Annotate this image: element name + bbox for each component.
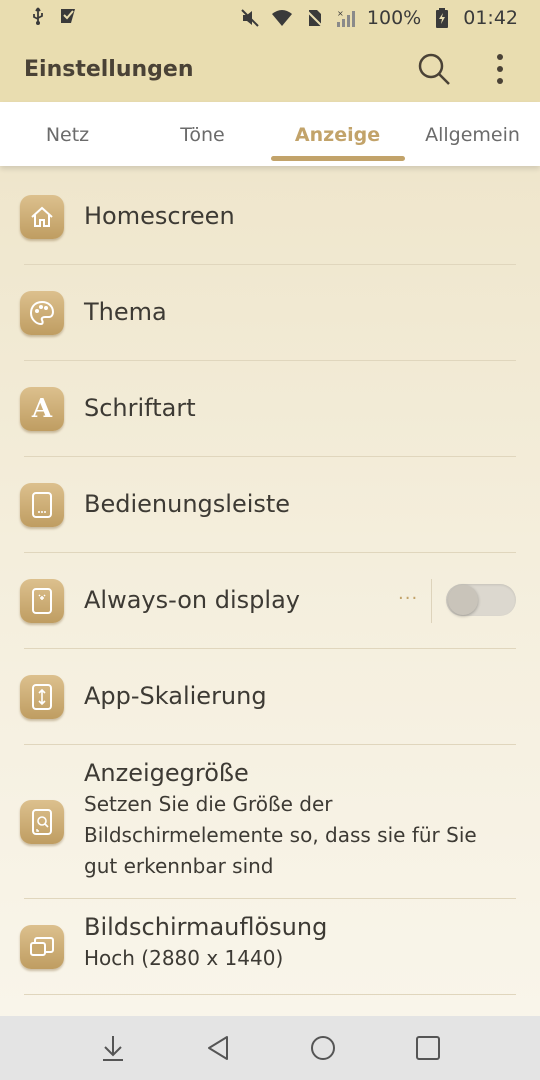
battery-text: 100% [366,7,422,29]
navigation-bar [0,1016,540,1080]
tab-netz[interactable]: Netz [0,102,135,166]
home-circle-icon[interactable] [299,1024,347,1072]
setting-schriftart[interactable]: A Schriftart [0,361,540,457]
app-scaling-icon [20,675,64,719]
separator [431,579,432,623]
battery-charging-icon [431,7,453,29]
setting-anzeigegroesse[interactable]: Anzeigegröße Setzen Sie die Größe der Bi… [0,745,540,899]
resolution-icon [20,925,64,969]
signal-icon: × [335,7,357,29]
setting-title: Always-on display [84,586,300,614]
tab-toene[interactable]: Töne [135,102,270,166]
wifi-icon [271,7,293,29]
setting-title: Bedienungsleiste [84,490,291,518]
setting-app-skalierung[interactable]: App-Skalierung [0,649,540,745]
tab-allgemein[interactable]: Allgemein [405,102,540,166]
setting-subtitle: Setzen Sie die Größe der Bildschirmeleme… [84,792,477,878]
setting-homescreen[interactable]: Homescreen [0,169,540,265]
back-icon[interactable] [194,1024,242,1072]
aod-icon [20,579,64,623]
setting-thema[interactable]: Thema [0,265,540,361]
setting-title: Homescreen [84,202,235,230]
setting-always-on-display[interactable]: Always-on display ··· [0,553,540,649]
usb-icon [28,6,48,31]
tab-bar: Netz Töne Anzeige Allgemein [0,102,540,166]
always-on-toggle[interactable] [446,584,516,616]
mute-icon [239,7,261,29]
app-bar: Einstellungen [0,36,540,102]
recents-icon[interactable] [404,1024,452,1072]
setting-title: Thema [84,298,167,326]
setting-subtitle: Hoch (2880 x 1440) [84,946,284,970]
toggle-knob [448,585,478,615]
setting-title: App-Skalierung [84,682,267,710]
setting-bildschirmaufloesung[interactable]: Bildschirmauflösung Hoch (2880 x 1440) [0,899,540,995]
clock: 01:42 [463,7,518,29]
setting-bedienungsleiste[interactable]: Bedienungsleiste [0,457,540,553]
phone-nav-icon [20,483,64,527]
palette-icon [20,291,64,335]
page-title: Einstellungen [24,56,194,82]
status-bar: × 100% 01:42 [0,0,540,36]
tab-anzeige[interactable]: Anzeige [270,102,405,166]
more-options-icon[interactable]: ··· [398,588,418,609]
setting-title: Bildschirmauflösung [84,913,328,941]
settings-list: Homescreen Thema A Schriftart Bedienungs… [0,166,540,1016]
search-icon[interactable] [412,47,456,91]
divider [24,994,516,995]
display-size-icon [20,800,64,844]
more-vert-icon[interactable] [478,47,522,91]
setting-title: Schriftart [84,394,196,422]
font-icon: A [20,387,64,431]
setting-title: Anzeigegröße [84,759,249,787]
download-check-icon [58,6,78,31]
no-sim-icon [303,7,325,29]
svg-text:×: × [337,9,344,18]
home-icon [20,195,64,239]
notification-pull-icon[interactable] [89,1024,137,1072]
